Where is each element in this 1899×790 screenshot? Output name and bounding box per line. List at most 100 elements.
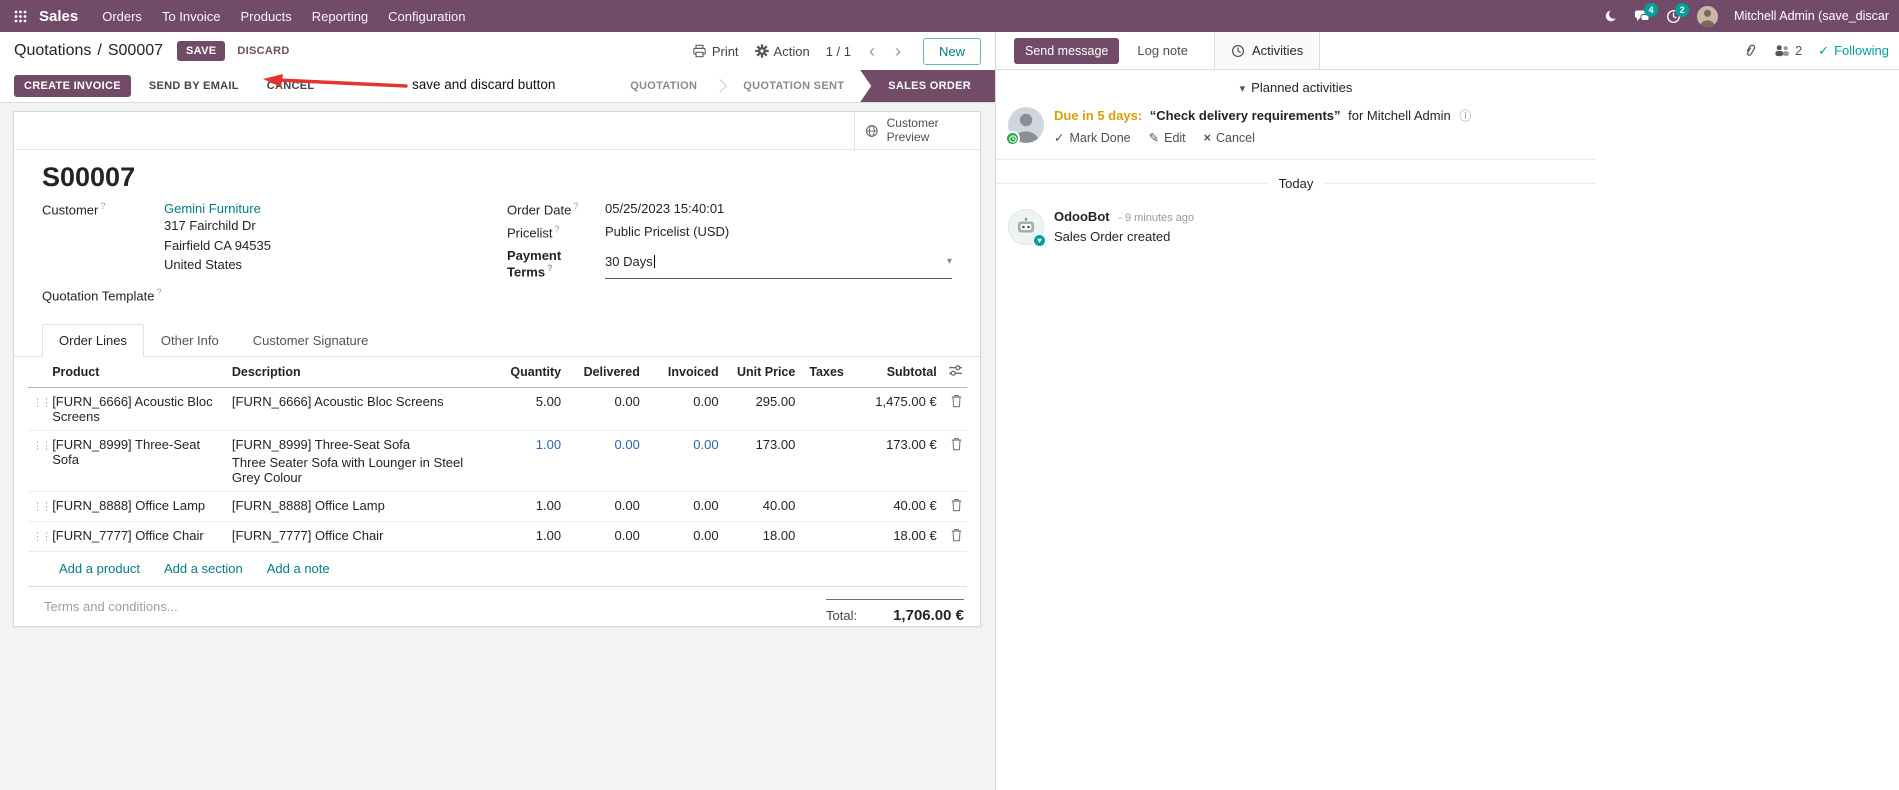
app-name[interactable]: Sales bbox=[39, 8, 78, 25]
pricelist-value[interactable]: Public Pricelist (USD) bbox=[605, 224, 729, 240]
customer-link[interactable]: Gemini Furniture bbox=[164, 201, 261, 216]
column-header-quantity[interactable]: Quantity bbox=[498, 356, 566, 388]
column-header-delivered[interactable]: Delivered bbox=[565, 356, 644, 388]
discard-button[interactable]: DISCARD bbox=[237, 45, 289, 57]
cell-description[interactable]: [FURN_8888] Office Lamp bbox=[228, 491, 499, 521]
cell-taxes[interactable] bbox=[799, 521, 843, 551]
column-header-subtotal[interactable]: Subtotal bbox=[843, 356, 941, 388]
activity-avatar[interactable] bbox=[1005, 107, 1044, 146]
menu-to-invoice[interactable]: To Invoice bbox=[152, 4, 231, 29]
cell-invoiced[interactable]: 0.00 bbox=[644, 387, 723, 430]
cell-unit-price[interactable]: 18.00 bbox=[723, 521, 800, 551]
order-line-row[interactable]: ⋮⋮ [FURN_8888] Office Lamp [FURN_8888] O… bbox=[28, 491, 967, 522]
action-button[interactable]: Action bbox=[754, 44, 810, 59]
planned-activities-header[interactable]: ▾ Planned activities bbox=[996, 80, 1596, 95]
cell-product[interactable]: [FURN_7777] Office Chair bbox=[48, 521, 228, 551]
menu-configuration[interactable]: Configuration bbox=[378, 4, 475, 29]
payment-terms-field[interactable]: 30 Days ▾ bbox=[605, 248, 952, 279]
save-button[interactable]: SAVE bbox=[177, 41, 226, 61]
cell-delivered[interactable]: 0.00 bbox=[565, 387, 644, 430]
stage-quotation[interactable]: QUOTATION bbox=[614, 70, 713, 102]
followers-button[interactable]: 2 bbox=[1774, 43, 1802, 58]
cell-delivered[interactable]: 0.00 bbox=[565, 521, 644, 551]
cancel-activity-button[interactable]: × Cancel bbox=[1204, 130, 1255, 145]
create-invoice-button[interactable]: CREATE INVOICE bbox=[14, 75, 131, 97]
drag-handle-icon[interactable]: ⋮⋮ bbox=[32, 397, 52, 409]
cell-invoiced[interactable]: 0.00 bbox=[644, 491, 723, 521]
cell-invoiced[interactable]: 0.00 bbox=[644, 430, 723, 491]
following-button[interactable]: ✓ Following bbox=[1818, 43, 1889, 59]
cell-invoiced[interactable]: 0.00 bbox=[644, 521, 723, 551]
log-note-button[interactable]: Log note bbox=[1137, 43, 1188, 58]
odoobot-avatar[interactable]: ♥ bbox=[1008, 209, 1046, 248]
edit-activity-button[interactable]: ✎ Edit bbox=[1149, 130, 1186, 146]
cell-unit-price[interactable]: 295.00 bbox=[723, 387, 800, 430]
breadcrumb-quotations[interactable]: Quotations bbox=[14, 42, 91, 60]
cell-description[interactable]: [FURN_6666] Acoustic Bloc Screens bbox=[228, 387, 499, 430]
cell-description[interactable]: [FURN_7777] Office Chair bbox=[228, 521, 499, 551]
tab-order-lines[interactable]: Order Lines bbox=[42, 323, 144, 357]
activities-icon[interactable]: 2 bbox=[1666, 2, 1690, 24]
column-header-taxes[interactable]: Taxes bbox=[799, 356, 844, 388]
paperclip-icon[interactable] bbox=[1743, 43, 1758, 59]
menu-orders[interactable]: Orders bbox=[92, 4, 152, 29]
terms-placeholder[interactable]: Terms and conditions... bbox=[44, 599, 178, 624]
delete-line-icon[interactable] bbox=[950, 498, 963, 512]
add-a-note-link[interactable]: Add a note bbox=[267, 561, 330, 576]
pager-previous-icon[interactable]: ‹ bbox=[867, 42, 877, 60]
send-by-email-button[interactable]: SEND BY EMAIL bbox=[139, 75, 249, 97]
cell-product[interactable]: [FURN_6666] Acoustic Bloc Screens bbox=[48, 387, 228, 430]
add-a-section-link[interactable]: Add a section bbox=[164, 561, 243, 576]
delete-line-icon[interactable] bbox=[950, 528, 963, 542]
stage-quotation-sent[interactable]: QUOTATION SENT bbox=[727, 70, 860, 102]
cell-unit-price[interactable]: 40.00 bbox=[723, 491, 800, 521]
add-a-product-link[interactable]: Add a product bbox=[59, 561, 140, 576]
cell-quantity[interactable]: 5.00 bbox=[498, 387, 565, 430]
drag-handle-icon[interactable]: ⋮⋮ bbox=[32, 531, 52, 543]
message-author[interactable]: OdooBot bbox=[1054, 209, 1110, 224]
column-header-product[interactable]: Product bbox=[48, 356, 228, 388]
cell-product[interactable]: [FURN_8888] Office Lamp bbox=[48, 491, 228, 521]
menu-products[interactable]: Products bbox=[230, 4, 301, 29]
column-header-unit-price[interactable]: Unit Price bbox=[722, 356, 800, 388]
dropdown-caret-icon[interactable]: ▾ bbox=[947, 256, 952, 267]
customer-preview-button[interactable]: Customer Preview bbox=[854, 112, 980, 149]
cell-product[interactable]: [FURN_8999] Three-Seat Sofa bbox=[48, 430, 228, 491]
order-line-row[interactable]: ⋮⋮ [FURN_8999] Three-Seat Sofa [FURN_899… bbox=[28, 430, 967, 492]
order-date-value[interactable]: 05/25/2023 15:40:01 bbox=[605, 201, 724, 217]
dark-mode-icon[interactable] bbox=[1604, 9, 1619, 23]
delete-line-icon[interactable] bbox=[950, 394, 963, 408]
new-button[interactable]: New bbox=[922, 37, 981, 65]
order-line-row[interactable]: ⋮⋮ [FURN_6666] Acoustic Bloc Screens [FU… bbox=[28, 387, 967, 431]
cell-quantity[interactable]: 1.00 bbox=[498, 430, 565, 491]
print-button[interactable]: Print bbox=[692, 44, 739, 59]
tab-activities[interactable]: Activities bbox=[1214, 32, 1321, 69]
cell-taxes[interactable] bbox=[799, 430, 843, 491]
delete-line-icon[interactable] bbox=[950, 437, 963, 451]
pager-next-icon[interactable]: › bbox=[893, 42, 903, 60]
tab-customer-signature[interactable]: Customer Signature bbox=[236, 324, 386, 357]
customer-field[interactable]: Gemini Furniture 317 Fairchild Dr Fairfi… bbox=[164, 201, 271, 275]
drag-handle-icon[interactable]: ⋮⋮ bbox=[32, 501, 52, 513]
column-header-description[interactable]: Description bbox=[227, 356, 499, 388]
user-menu[interactable]: Mitchell Admin (save_discar bbox=[1734, 9, 1889, 23]
user-avatar[interactable] bbox=[1697, 5, 1719, 27]
cell-unit-price[interactable]: 173.00 bbox=[723, 430, 800, 491]
cell-quantity[interactable]: 1.00 bbox=[498, 491, 565, 521]
column-header-invoiced[interactable]: Invoiced bbox=[643, 356, 723, 388]
cell-quantity[interactable]: 1.00 bbox=[498, 521, 565, 551]
apps-menu-icon[interactable] bbox=[14, 10, 27, 23]
send-message-button[interactable]: Send message bbox=[1014, 37, 1120, 64]
menu-reporting[interactable]: Reporting bbox=[302, 4, 378, 29]
cell-description[interactable]: [FURN_8999] Three-Seat Sofa Three Seater … bbox=[228, 430, 499, 491]
optional-columns-icon[interactable] bbox=[948, 364, 963, 377]
mark-done-button[interactable]: ✓ Mark Done bbox=[1054, 130, 1131, 146]
info-icon[interactable]: ⓘ bbox=[1459, 109, 1471, 123]
messages-icon[interactable]: 4 bbox=[1634, 3, 1659, 23]
drag-handle-icon[interactable]: ⋮⋮ bbox=[32, 440, 52, 452]
stage-sales-order[interactable]: SALES ORDER bbox=[860, 70, 995, 102]
cell-delivered[interactable]: 0.00 bbox=[565, 430, 644, 491]
cell-taxes[interactable] bbox=[799, 491, 843, 521]
order-line-row[interactable]: ⋮⋮ [FURN_7777] Office Chair [FURN_7777] … bbox=[28, 521, 967, 552]
cell-delivered[interactable]: 0.00 bbox=[565, 491, 644, 521]
